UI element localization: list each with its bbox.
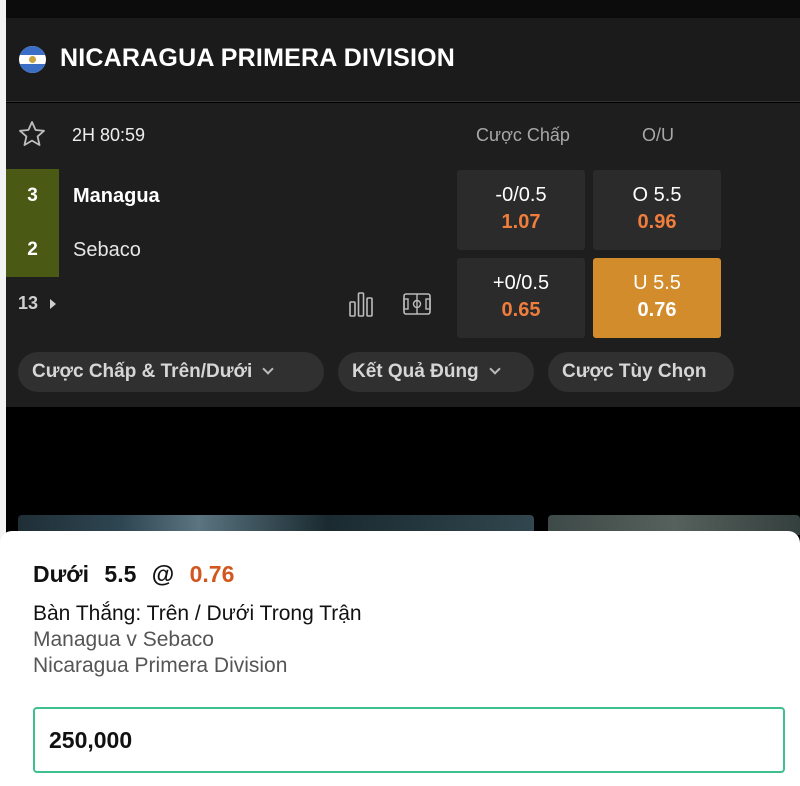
more-markets-count[interactable]: 13	[18, 293, 38, 314]
bet-fixture: Managua v Sebaco	[33, 628, 214, 651]
filter-chip-handicap-ou[interactable]: Cược Chấp & Trên/Dưới	[18, 352, 324, 392]
bet-price: 0.76	[189, 561, 235, 587]
odds-price: 0.76	[637, 299, 677, 321]
odds-line: +0/0.5	[492, 272, 550, 294]
filter-chip-label: Kết Quả Đúng	[352, 361, 479, 382]
bet-selection-row: Dưới 5.5 @ 0.76	[33, 561, 243, 588]
match-card: 2H 80:59 Cược Chấp O/U 3 2 Managua Sebac…	[6, 103, 800, 407]
bet-competition: Nicaragua Primera Division	[33, 654, 288, 677]
nicaragua-flag-icon	[19, 46, 46, 73]
odds-price: 1.07	[501, 211, 541, 233]
bet-selection: Dưới	[33, 561, 90, 587]
filter-chip-label: Cược Chấp & Trên/Dưới	[32, 361, 253, 382]
bet-slip: Dưới 5.5 @ 0.76 Bàn Thắng: Trên / Dưới T…	[0, 531, 800, 786]
filter-chip-custom-bet[interactable]: Cược Tùy Chọn	[548, 352, 734, 392]
chevron-right-icon[interactable]	[50, 299, 56, 309]
home-score: 3	[27, 185, 38, 206]
top-strip	[6, 0, 800, 18]
league-title: NICARAGUA PRIMERA DIVISION	[60, 44, 456, 72]
league-header[interactable]: NICARAGUA PRIMERA DIVISION	[6, 18, 800, 102]
match-time: 2H 80:59	[72, 125, 146, 145]
bet-line: 5.5	[104, 561, 137, 587]
odds-button-away-handicap[interactable]: +0/0.5 0.65	[457, 258, 585, 338]
filter-chip-label: Cược Tùy Chọn	[562, 361, 707, 382]
odds-price: 0.96	[637, 211, 677, 233]
odds-line: O 5.5	[632, 184, 682, 206]
favorite-star-icon[interactable]	[17, 119, 47, 149]
chevron-down-icon	[262, 363, 274, 375]
home-team: Managua	[73, 185, 160, 207]
handicap-header: Cược Chấp	[476, 125, 570, 145]
odds-button-under-selected[interactable]: U 5.5 0.76	[593, 258, 721, 338]
odds-button-over[interactable]: O 5.5 0.96	[593, 170, 721, 250]
odds-button-home-handicap[interactable]: -0/0.5 1.07	[457, 170, 585, 250]
stats-icon[interactable]	[346, 289, 376, 319]
odds-price: 0.65	[501, 299, 541, 321]
odds-line: U 5.5	[633, 272, 681, 294]
bet-at: @	[151, 561, 175, 587]
odds-line: -0/0.5	[495, 184, 547, 206]
filter-chip-correct-score[interactable]: Kết Quả Đúng	[338, 352, 534, 392]
score-box: 3 2	[6, 169, 59, 277]
away-score: 2	[27, 239, 38, 260]
chevron-down-icon	[489, 363, 501, 375]
over-under-header: O/U	[641, 125, 674, 145]
bet-market: Bàn Thắng: Trên / Dưới Trong Trận	[33, 602, 362, 625]
stake-input[interactable]	[33, 707, 785, 773]
pitch-icon[interactable]	[402, 289, 432, 319]
away-team: Sebaco	[73, 239, 141, 261]
